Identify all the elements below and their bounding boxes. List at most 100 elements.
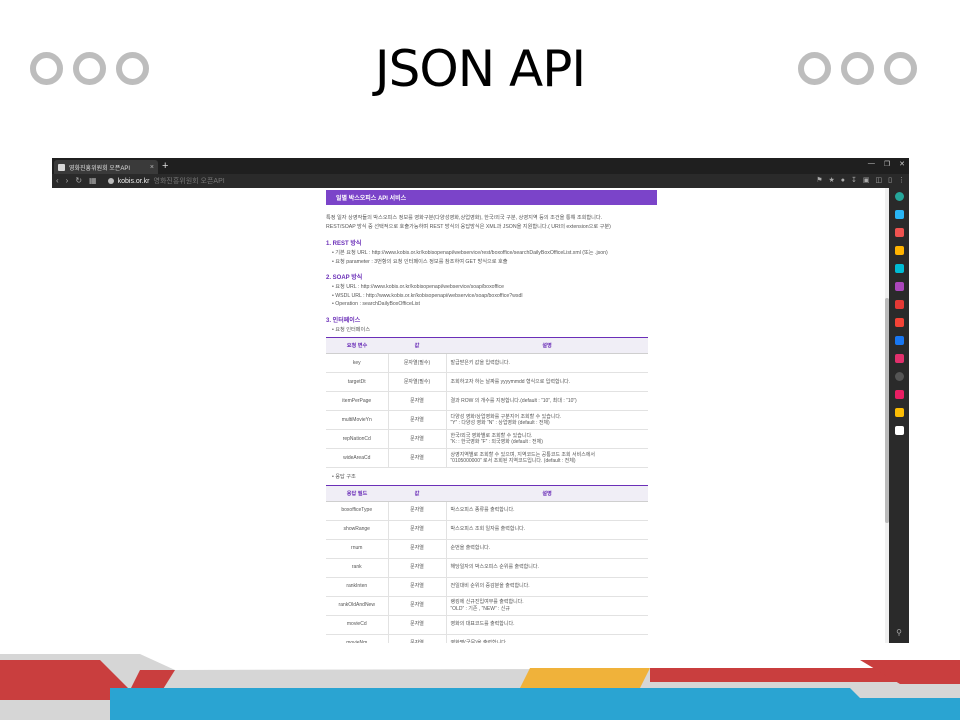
description-cell: 해당일자의 박스오피스 순위를 출력합니다. <box>445 558 648 578</box>
table-header: 값 <box>388 337 446 354</box>
description-cell: 박스오피스 종류를 출력합니다. <box>445 501 648 521</box>
description-cell: 박스오피스 조회 일자를 출력합니다. <box>445 520 648 540</box>
sidebar-app-icon[interactable] <box>894 228 904 237</box>
table-row: key 문자열(필수) 발급받은키 값을 입력합니다. <box>326 353 648 373</box>
value-type-cell: 문자열 <box>387 558 446 578</box>
table-row: rnum 문자열 순번을 출력합니다. <box>326 539 648 559</box>
circle <box>841 52 874 85</box>
profile-icon[interactable]: ● <box>841 177 845 184</box>
value-type-cell: 문자열 <box>387 615 446 635</box>
tabs-grid-icon[interactable]: ▦ <box>89 177 97 185</box>
value-type-cell: 문자열 <box>387 520 446 540</box>
value-type-cell: 문자열 <box>387 539 446 559</box>
sidebar-app-icon[interactable] <box>894 408 904 417</box>
address-page-title: 영화진흥위원회 오픈API <box>153 178 225 185</box>
extensions-icon[interactable]: ◫ <box>876 177 883 184</box>
browser-tab[interactable]: 영화진흥위원회 오픈API × <box>54 160 158 174</box>
field-name-cell: repNationCd <box>326 429 388 449</box>
sidebar-app-icon[interactable] <box>894 300 904 309</box>
sidebar-app-icon[interactable] <box>894 372 904 381</box>
bullet: • 요청 URL : http://www.kobis.or.kr/kobiso… <box>332 284 504 290</box>
description-cell: 한국/외국 영화별로 조회할 수 있습니다. “K: : 한국영화 “F” : … <box>445 429 648 449</box>
intro-line: 특정 일자 상영작들의 박스오피스 정보를 영화구분(다양성영화,상업영화), … <box>326 215 603 221</box>
table-header: 설명 <box>446 337 648 354</box>
intro-text: 특정 일자 상영작들의 박스오피스 정보를 영화구분(다양성영화,상업영화), … <box>326 214 657 232</box>
field-name-cell: multiMovieYn <box>326 410 388 430</box>
table-header: 요청 변수 <box>326 337 388 354</box>
table-row: multiMovieYn 문자열 다양성 영화/상업영화를 구분지어 조회할 수 있… <box>326 410 648 430</box>
request-table-body: key 문자열(필수) 발급받은키 값을 입력합니다. targetDt 문자열(필수)… <box>326 353 648 468</box>
sidebar-app-icon[interactable] <box>894 192 904 201</box>
value-type-cell: 문자열(필수) <box>387 353 446 373</box>
sidebar-app-icon[interactable] <box>894 390 904 399</box>
address-bar[interactable]: kobis.or.kr 영화진흥위원회 오픈API <box>107 176 225 186</box>
bookmark-star-icon[interactable]: ★ <box>829 177 835 184</box>
restore-icon[interactable]: ❐ <box>884 160 890 168</box>
field-name-cell: rankInten <box>326 577 388 597</box>
value-type-cell: 문자열 <box>387 596 446 616</box>
value-type-cell: 문자열 <box>387 448 446 468</box>
back-icon[interactable]: ‹ <box>56 177 59 185</box>
circle <box>798 52 831 85</box>
description-cell: 결과 ROW 의 개수를 지정합니다.(default : “10”, 최대 :… <box>445 391 648 411</box>
sidebar-settings-icon[interactable]: ⚲ <box>896 628 902 637</box>
table-row: boxofficeType 문자열 박스오피스 종류를 출력합니다. <box>326 501 648 521</box>
browser-toolbar: ‹ › ↻ ▦ kobis.or.kr 영화진흥위원회 오픈API ⚑ ★ ● … <box>52 174 909 188</box>
site-info-icon[interactable] <box>107 178 114 184</box>
description-cell: 영화의 대표코드를 출력합니다. <box>445 615 648 635</box>
decor-shape <box>110 688 960 720</box>
forward-icon[interactable]: › <box>66 177 69 185</box>
sidebar-app-icon[interactable] <box>894 282 904 291</box>
shield-icon[interactable]: ⚑ <box>816 177 822 184</box>
field-name-cell: movieCd <box>326 615 388 635</box>
table-row: rankOldAndNew 문자열 랭킹에 신규진입여부를 출력합니다. “OLD”… <box>326 596 648 616</box>
table-row: repNationCd 문자열 한국/외국 영화별로 조회할 수 있습니다. “K:… <box>326 429 648 449</box>
description-cell: 조회하고자 하는 날짜를 yyyymmdd 형식으로 입력합니다. <box>445 372 648 392</box>
toolbar-actions: ⚑ ★ ● ↧ ▣ ◫ ▯ ⋮ <box>816 177 905 184</box>
minimize-icon[interactable]: — <box>868 160 875 168</box>
response-structure-table: 응답 필드 값 설명 boxofficeType 문자열 박스오피스 종류를 출력합… <box>326 484 648 643</box>
bottom-decoration <box>0 654 960 720</box>
window-controls: — ❐ ✕ <box>868 160 905 168</box>
field-name-cell: itemPerPage <box>326 391 388 411</box>
table-header: 설명 <box>446 484 648 502</box>
sidebar-app-icon[interactable] <box>894 318 904 327</box>
address-host: kobis.or.kr <box>117 177 150 185</box>
page-content: 일별 박스오피스 API 서비스 특정 일자 상영작들의 박스오피스 정보를 영… <box>326 188 657 643</box>
sidebar-app-icon[interactable] <box>894 336 904 345</box>
decor-shape <box>520 668 650 688</box>
table-row: movieCd 문자열 영화의 대표코드를 출력합니다. <box>326 615 648 635</box>
bullet: • 요청 인터페이스 <box>332 326 371 333</box>
section-title-interface: 3. 인터페이스 <box>326 317 361 324</box>
description-cell: 다양성 영화/상업영화를 구분지어 조회할 수 있습니다. “Y” : 다양성 … <box>445 410 648 430</box>
field-name-cell: key <box>326 353 388 373</box>
browser-window: 영화진흥위원회 오픈API × + — ❐ ✕ ‹ › ↻ ▦ kobis.or… <box>52 158 909 643</box>
tab-title: 영화진흥위원회 오픈API <box>69 165 131 172</box>
service-header-bar: 일별 박스오피스 API 서비스 <box>326 190 657 205</box>
panel-icon[interactable]: ▯ <box>888 177 892 184</box>
menu-icon[interactable]: ⋮ <box>898 177 905 184</box>
snapshot-icon[interactable]: ▣ <box>863 177 870 184</box>
download-icon[interactable]: ↧ <box>851 177 857 184</box>
sidebar-app-icon[interactable] <box>894 426 904 435</box>
table-row: rankInten 문자열 전일대비 순위의 증감분을 출력합니다. <box>326 577 648 597</box>
close-window-icon[interactable]: ✕ <box>899 160 905 168</box>
field-name-cell: wideAreaCd <box>326 448 388 468</box>
tab-close-icon[interactable]: × <box>150 164 154 171</box>
intro-line: REST/SOAP 방식 중 선택적으로 호출가능하며 REST 방식의 응답방… <box>326 224 611 230</box>
sidebar-app-icon[interactable] <box>894 210 904 219</box>
sidebar-app-icon[interactable] <box>894 354 904 363</box>
reload-icon[interactable]: ↻ <box>75 177 82 185</box>
sidebar-app-icon[interactable] <box>894 264 904 273</box>
field-name-cell: rank <box>326 558 388 578</box>
value-type-cell: 문자열 <box>387 577 446 597</box>
request-interface-table: 요청 변수 값 설명 key 문자열(필수) 발급받은키 값을 입력합니다. targ… <box>326 337 648 468</box>
sidebar-app-icon[interactable] <box>894 246 904 255</box>
bullet: • Operation : searchDailyBoxOfficeList <box>332 301 420 307</box>
new-tab-button[interactable]: + <box>162 159 168 173</box>
browser-sidebar: ⚲ <box>889 188 909 643</box>
value-type-cell: 문자열 <box>387 410 446 430</box>
field-name-cell: rnum <box>326 539 388 559</box>
value-type-cell: 문자열 <box>387 391 446 411</box>
field-name-cell: boxofficeType <box>326 501 388 521</box>
